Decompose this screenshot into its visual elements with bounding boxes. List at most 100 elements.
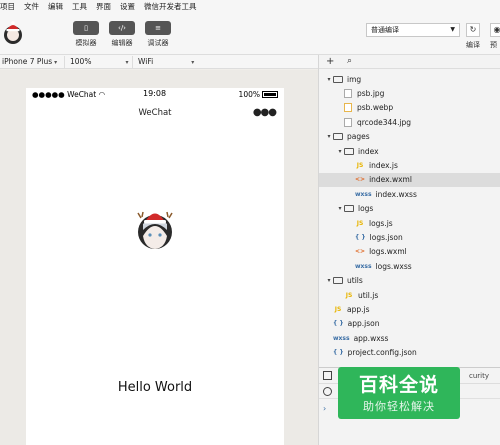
menu-item[interactable]: 文件 bbox=[24, 1, 39, 12]
more-icon[interactable]: ●●● bbox=[253, 107, 277, 118]
tree-item-label: logs bbox=[358, 204, 374, 214]
wxss-file-icon: wxss bbox=[355, 190, 372, 198]
tree-file[interactable]: { } app.json bbox=[319, 317, 500, 331]
wxml-file-icon: <> bbox=[355, 176, 366, 184]
preview-button[interactable]: ◉ 预 bbox=[490, 23, 500, 50]
tab-security[interactable]: curity bbox=[469, 372, 489, 380]
tree-item-label: psb.jpg bbox=[357, 89, 385, 99]
device-value: iPhone 7 Plus bbox=[2, 57, 53, 66]
wxml-file-icon: <> bbox=[355, 248, 366, 256]
menu-item[interactable]: 项目 bbox=[0, 1, 15, 12]
tree-folder[interactable]: ▾ utils bbox=[319, 273, 500, 287]
phone-icon: ▯ bbox=[73, 21, 99, 35]
chevron-down-icon[interactable]: ▾ bbox=[325, 76, 333, 83]
menu-item[interactable]: 工具 bbox=[72, 1, 87, 12]
chevron-down-icon[interactable]: ▾ bbox=[336, 205, 344, 212]
add-icon[interactable]: + bbox=[326, 56, 334, 67]
tree-item-label: logs.wxss bbox=[375, 261, 412, 271]
inspect-icon[interactable] bbox=[323, 371, 332, 380]
simulator-tool[interactable]: ▯ 模拟器 bbox=[71, 21, 101, 48]
tree-file[interactable]: <> index.wxml bbox=[319, 172, 500, 188]
status-bar: ●●●●● WeChat ◠ 19:08 100% bbox=[26, 88, 284, 102]
editor-tool[interactable]: ‹/› 编辑器 bbox=[107, 21, 137, 48]
eye-icon: ◉ bbox=[490, 23, 500, 37]
simulator-label: 模拟器 bbox=[75, 39, 97, 47]
menu-item[interactable]: 微信开发者工具 bbox=[144, 1, 197, 12]
hello-text: Hello World bbox=[117, 380, 193, 395]
chevron-down-icon: ▾ bbox=[125, 59, 129, 66]
image-file-icon bbox=[344, 117, 352, 127]
network-value: WiFi bbox=[138, 57, 154, 66]
wifi-icon: ◠ bbox=[98, 90, 106, 99]
folder-icon bbox=[344, 205, 354, 213]
code-icon: ‹/› bbox=[109, 21, 135, 35]
status-time: 19:08 bbox=[143, 89, 167, 98]
network-select[interactable]: WiFi ▾ bbox=[138, 57, 194, 66]
chevron-down-icon[interactable]: ▾ bbox=[336, 148, 344, 155]
tree-file[interactable]: wxss index.wxss bbox=[319, 187, 500, 201]
folder-icon bbox=[344, 147, 354, 155]
tree-item-label: logs.wxml bbox=[369, 247, 407, 257]
tree-folder[interactable]: ▾ logs bbox=[319, 202, 500, 216]
tree-file[interactable]: { } logs.json bbox=[319, 230, 500, 244]
image-file-icon bbox=[344, 89, 352, 99]
tree-file[interactable]: qrcode344.jpg bbox=[319, 115, 500, 129]
refresh-icon: ↻ bbox=[466, 23, 480, 37]
wxss-file-icon: wxss bbox=[333, 334, 350, 342]
user-avatar[interactable] bbox=[2, 18, 24, 46]
tree-item-label: qrcode344.jpg bbox=[357, 117, 412, 127]
phone-screen: ●●●●● WeChat ◠ 19:08 100% WeChat ●●● Hel… bbox=[26, 88, 284, 445]
device-select[interactable]: iPhone 7 Plus ▾ bbox=[2, 57, 57, 66]
tree-file[interactable]: JS logs.js bbox=[319, 216, 500, 230]
divider bbox=[64, 56, 65, 68]
debugger-tool[interactable]: ≡ 调试器 bbox=[143, 21, 173, 48]
search-icon[interactable]: ⌕ bbox=[347, 56, 352, 66]
divider bbox=[132, 56, 133, 68]
tree-file[interactable]: JS app.js bbox=[319, 302, 500, 316]
clear-icon[interactable] bbox=[323, 387, 332, 396]
folder-icon bbox=[333, 277, 343, 285]
tree-file[interactable]: wxss logs.wxss bbox=[319, 259, 500, 273]
tree-file[interactable]: wxss app.wxss bbox=[319, 331, 500, 345]
tree-folder[interactable]: ▾ img bbox=[319, 72, 500, 86]
console-prompt[interactable]: › bbox=[323, 404, 326, 413]
chevron-down-icon: ▼ bbox=[450, 26, 455, 33]
menu-bar: 项目 文件 编辑 工具 界面 设置 微信开发者工具 bbox=[0, 0, 500, 13]
tree-item-label: util.js bbox=[358, 290, 379, 300]
chevron-down-icon[interactable]: ▾ bbox=[325, 277, 333, 284]
compile-button[interactable]: ↻ 编译 bbox=[466, 23, 480, 50]
tree-file[interactable]: psb.jpg bbox=[319, 86, 500, 100]
tree-file[interactable]: { } project.config.json bbox=[319, 345, 500, 359]
chevron-down-icon: ▾ bbox=[54, 59, 58, 66]
menu-item[interactable]: 设置 bbox=[120, 1, 135, 12]
tree-file[interactable]: <> logs.wxml bbox=[319, 245, 500, 259]
preview-label: 预 bbox=[490, 41, 497, 49]
watermark-logo: 百科全说 助你轻松解决 bbox=[338, 367, 460, 419]
js-file-icon: JS bbox=[356, 219, 364, 227]
tree-folder[interactable]: ▾ index bbox=[319, 144, 500, 158]
tree-item-label: index.wxml bbox=[369, 175, 412, 185]
tree-file[interactable]: psb.webp bbox=[319, 101, 500, 115]
debugger-label: 调试器 bbox=[147, 39, 169, 47]
zoom-select[interactable]: 100% ▾ bbox=[70, 57, 128, 66]
tree-item-label: logs.json bbox=[369, 232, 403, 242]
tree-item-label: index.wxss bbox=[375, 189, 417, 199]
js-file-icon: JS bbox=[345, 291, 353, 299]
menu-item[interactable]: 编辑 bbox=[48, 1, 63, 12]
folder-icon bbox=[333, 75, 343, 83]
js-file-icon: JS bbox=[356, 162, 364, 170]
menu-item[interactable]: 界面 bbox=[96, 1, 111, 12]
tree-file[interactable]: JS util.js bbox=[319, 288, 500, 302]
tree-item-label: app.wxss bbox=[353, 333, 389, 343]
compile-mode-value: 普通编译 bbox=[371, 26, 399, 34]
tree-item-label: app.json bbox=[347, 319, 380, 329]
tree-item-label: logs.js bbox=[369, 218, 393, 228]
tree-file[interactable]: JS index.js bbox=[319, 158, 500, 172]
tree-item-label: utils bbox=[347, 276, 363, 286]
simulator-area: ●●●●● WeChat ◠ 19:08 100% WeChat ●●● Hel… bbox=[0, 70, 318, 445]
explorer-toolbar: + ⌕ bbox=[319, 55, 500, 69]
user-avatar-large[interactable] bbox=[137, 204, 173, 250]
chevron-down-icon[interactable]: ▾ bbox=[325, 133, 333, 140]
tree-folder[interactable]: ▾ pages bbox=[319, 130, 500, 144]
compile-mode-select[interactable]: 普通编译 ▼ bbox=[366, 23, 460, 37]
